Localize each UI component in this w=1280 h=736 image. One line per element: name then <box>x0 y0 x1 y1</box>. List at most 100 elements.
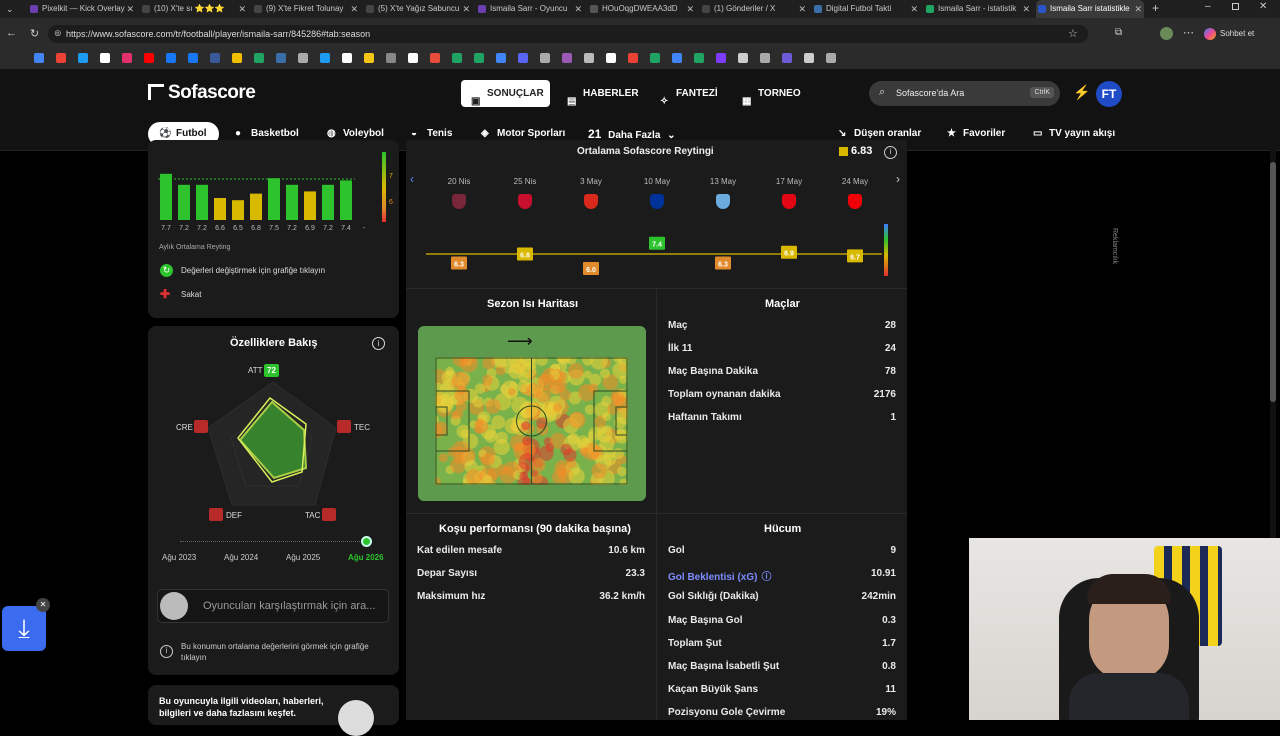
team-crest-icon[interactable] <box>782 194 796 209</box>
bookmark-icon[interactable] <box>804 53 814 63</box>
bookmark-icon[interactable] <box>606 53 616 63</box>
monthly-bar[interactable] <box>322 184 334 220</box>
nav-torneo[interactable]: ▦ TORNEO <box>732 80 812 107</box>
bookmark-icon[interactable] <box>144 53 154 63</box>
link-favoriler[interactable]: ★ Favoriler <box>943 122 1005 146</box>
browser-tab[interactable]: Ismaila Sarr istatistikle ✕ <box>1036 0 1144 18</box>
bookmark-icon[interactable] <box>826 53 836 63</box>
team-crest-icon[interactable] <box>650 194 664 209</box>
extensions-icon[interactable]: ⧉ <box>1115 27 1122 38</box>
rating-marker[interactable]: 6.8 <box>517 247 533 261</box>
link-tv[interactable]: ▭ TV yayın akışı <box>1029 122 1115 146</box>
tab-close-icon[interactable]: ✕ <box>686 0 694 18</box>
nav-sonuclar[interactable]: ▣ SONUÇLAR <box>461 80 550 107</box>
bookmark-star-icon[interactable]: ☆ <box>1068 27 1078 40</box>
close-window-button[interactable]: ✕ <box>1259 1 1267 12</box>
nav-fantezi[interactable]: ✧ FANTEZİ <box>650 80 730 107</box>
bookmark-icon[interactable] <box>496 53 506 63</box>
bookmark-icon[interactable] <box>760 53 770 63</box>
rating-marker[interactable]: 6.9 <box>781 245 797 259</box>
browser-tab[interactable]: Ismaila Sarr - istatistik ✕ <box>924 0 1032 18</box>
bookmark-icon[interactable] <box>364 53 374 63</box>
tab-close-icon[interactable]: ✕ <box>574 0 582 18</box>
year-label[interactable]: Ağu 2024 <box>224 553 258 562</box>
tab-close-icon[interactable]: ✕ <box>1022 0 1030 18</box>
monthly-bar[interactable] <box>214 198 226 220</box>
bookmark-icon[interactable] <box>342 53 352 63</box>
bookmark-icon[interactable] <box>782 53 792 63</box>
monthly-bar[interactable] <box>178 184 190 220</box>
rating-marker[interactable]: 6.3 <box>451 256 467 270</box>
new-tab-button[interactable]: + <box>1152 1 1159 15</box>
tab-close-icon[interactable]: ✕ <box>798 0 806 18</box>
compare-search-input[interactable]: Oyuncuları karşılaştırmak için ara... <box>157 589 389 623</box>
bookmark-icon[interactable] <box>650 53 660 63</box>
year-label-active[interactable]: Ağu 2026 <box>348 553 384 562</box>
bookmark-icon[interactable] <box>122 53 132 63</box>
stat-row[interactable]: Gol Beklentisi (xG) ⓘ 10.91 <box>668 568 896 583</box>
profile-avatar[interactable] <box>1160 27 1173 40</box>
monthly-bar[interactable] <box>250 193 262 220</box>
tab-close-icon[interactable]: ✕ <box>462 0 470 18</box>
site-info-icon[interactable]: ⊚ <box>54 28 62 39</box>
bookmark-icon[interactable] <box>562 53 572 63</box>
bookmark-icon[interactable] <box>298 53 308 63</box>
tab-close-icon[interactable]: ✕ <box>910 0 918 18</box>
bookmark-icon[interactable] <box>386 53 396 63</box>
info-icon[interactable]: i <box>372 337 385 350</box>
team-crest-icon[interactable] <box>716 194 730 209</box>
browser-tab[interactable]: (9) X'te Fikret Tolunay ✕ <box>252 0 360 18</box>
bookmark-icon[interactable] <box>584 53 594 63</box>
info-icon[interactable]: ⓘ <box>761 572 771 583</box>
monthly-bar[interactable] <box>268 178 280 220</box>
bookmark-icon[interactable] <box>408 53 418 63</box>
page-scrollbar-thumb[interactable] <box>1270 162 1276 402</box>
browser-tab[interactable]: Pixelkit — Kick Overlay ✕ <box>28 0 136 18</box>
search-input[interactable]: ⌕ Sofascore'da Ara CtrlK <box>869 81 1060 106</box>
bookmark-icon[interactable] <box>716 53 726 63</box>
monthly-bar[interactable] <box>286 184 298 220</box>
bookmark-icon[interactable] <box>276 53 286 63</box>
browser-tab[interactable]: (10) X'te sı ⭐⭐⭐ ✕ <box>140 0 248 18</box>
monthly-bar[interactable] <box>196 184 208 220</box>
bookmark-icon[interactable] <box>540 53 550 63</box>
info-icon[interactable]: i <box>884 146 897 159</box>
rating-marker[interactable]: 6.7 <box>847 249 863 263</box>
bookmark-icon[interactable] <box>166 53 176 63</box>
season-slider-handle[interactable] <box>361 536 372 547</box>
tab-close-icon[interactable]: ✕ <box>350 0 358 18</box>
browser-menu-icon[interactable]: ⋯ <box>1183 26 1194 39</box>
bookmark-icon[interactable] <box>254 53 264 63</box>
browser-tab[interactable]: Digital Futbol Takti ✕ <box>812 0 920 18</box>
attributes-radar[interactable] <box>166 360 382 530</box>
bookmark-icon[interactable] <box>320 53 330 63</box>
bookmark-icon[interactable] <box>452 53 462 63</box>
monthly-bar[interactable] <box>160 173 172 220</box>
bookmark-icon[interactable] <box>694 53 704 63</box>
browser-tab[interactable]: Ismaila Sarr - Oyuncu ✕ <box>476 0 584 18</box>
year-label[interactable]: Ağu 2023 <box>162 553 196 562</box>
bookmark-icon[interactable] <box>210 53 220 63</box>
bookmark-icon[interactable] <box>518 53 528 63</box>
monthly-bar[interactable] <box>304 191 316 220</box>
browser-tab[interactable]: (1) Gönderiler / X ✕ <box>700 0 808 18</box>
bookmark-icon[interactable] <box>100 53 110 63</box>
team-crest-icon[interactable] <box>848 194 862 209</box>
bookmark-icon[interactable] <box>628 53 638 63</box>
minimize-button[interactable]: – <box>1205 1 1211 12</box>
bookmark-icon[interactable] <box>78 53 88 63</box>
browser-tab[interactable]: HOuOqgDWEAA3dD ✕ <box>588 0 696 18</box>
close-icon[interactable]: ✕ <box>36 598 50 612</box>
chevron-right-icon[interactable]: › <box>896 172 900 186</box>
tab-overview-icon[interactable]: ⌄ <box>6 4 14 15</box>
user-avatar[interactable]: FT <box>1096 81 1122 107</box>
rating-marker[interactable]: 6.0 <box>583 261 599 275</box>
tab-close-icon[interactable]: ✕ <box>1134 0 1142 18</box>
team-crest-icon[interactable] <box>452 194 466 209</box>
team-crest-icon[interactable] <box>518 194 532 209</box>
team-crest-icon[interactable] <box>584 194 598 209</box>
year-label[interactable]: Ağu 2025 <box>286 553 320 562</box>
bookmark-icon[interactable] <box>56 53 66 63</box>
bookmark-icon[interactable] <box>430 53 440 63</box>
browser-tab[interactable]: (5) X'te Yağız Sabuncu ✕ <box>364 0 472 18</box>
